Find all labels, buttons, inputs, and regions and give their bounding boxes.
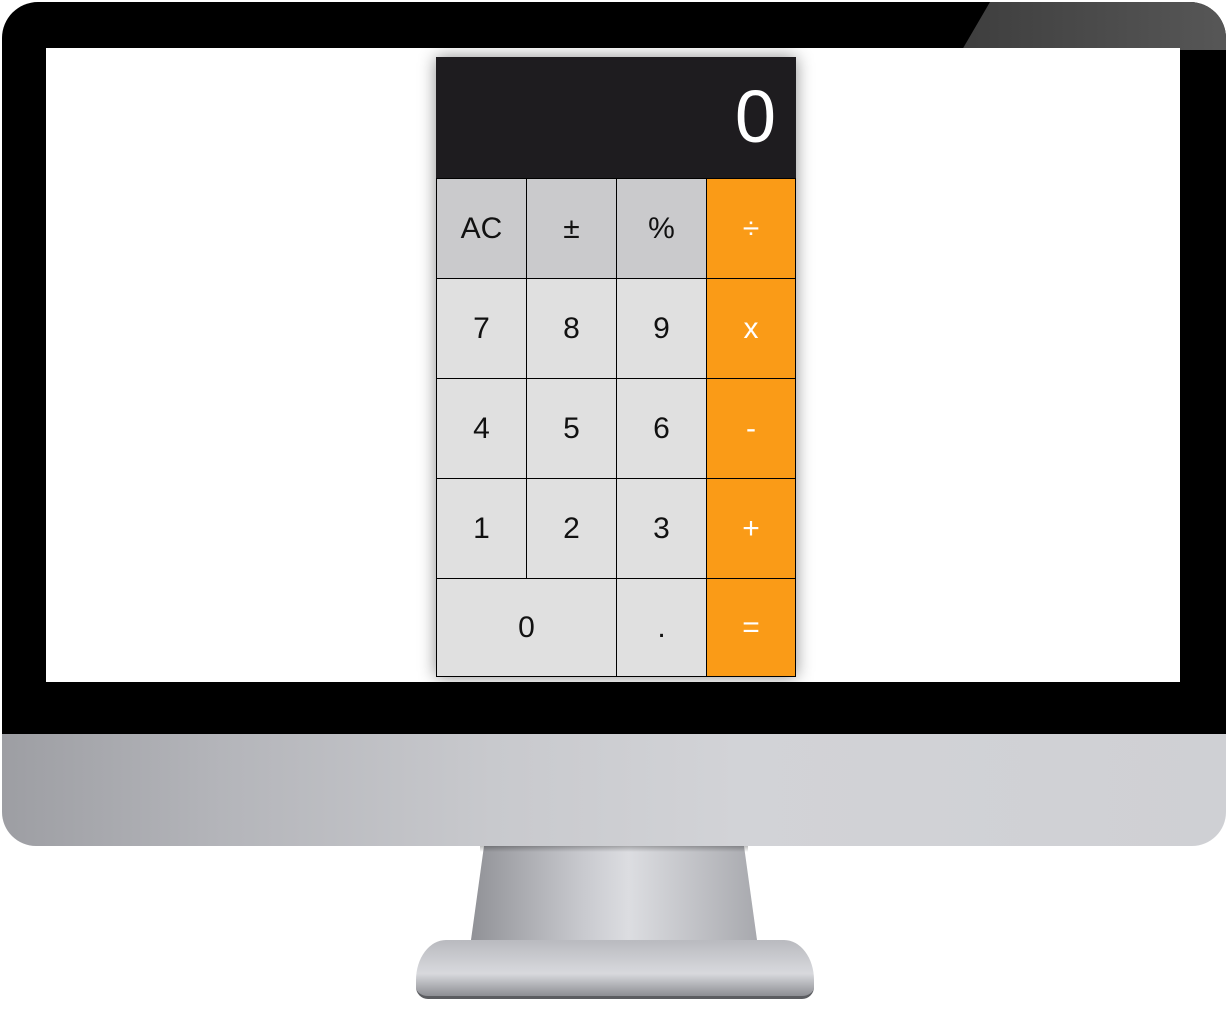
- digit-7-button[interactable]: 7: [436, 278, 527, 379]
- calculator: 0 AC ± % ÷ 7 8 9 x 4 5 6 - 1 2 3 + 0 . =: [436, 57, 796, 677]
- digit-0-button[interactable]: 0: [436, 578, 617, 677]
- digit-3-button[interactable]: 3: [616, 478, 707, 579]
- toggle-sign-button[interactable]: ±: [526, 178, 617, 279]
- monitor-chin: [2, 734, 1226, 846]
- calculator-display: 0: [436, 57, 796, 178]
- clear-button[interactable]: AC: [436, 178, 527, 279]
- digit-5-button[interactable]: 5: [526, 378, 617, 479]
- digit-6-button[interactable]: 6: [616, 378, 707, 479]
- subtract-button[interactable]: -: [706, 378, 796, 479]
- digit-4-button[interactable]: 4: [436, 378, 527, 479]
- monitor-frame: 0 AC ± % ÷ 7 8 9 x 4 5 6 - 1 2 3 + 0 . =: [0, 0, 1228, 1010]
- calculator-keypad: AC ± % ÷ 7 8 9 x 4 5 6 - 1 2 3 + 0 . =: [436, 178, 796, 677]
- stand-shadow: [480, 846, 748, 852]
- digit-9-button[interactable]: 9: [616, 278, 707, 379]
- add-button[interactable]: +: [706, 478, 796, 579]
- digit-1-button[interactable]: 1: [436, 478, 527, 579]
- display-value: 0: [734, 75, 776, 158]
- monitor-stand-base: [416, 940, 814, 999]
- percent-button[interactable]: %: [616, 178, 707, 279]
- equals-button[interactable]: =: [706, 578, 796, 677]
- multiply-button[interactable]: x: [706, 278, 796, 379]
- divide-button[interactable]: ÷: [706, 178, 796, 279]
- digit-2-button[interactable]: 2: [526, 478, 617, 579]
- digit-8-button[interactable]: 8: [526, 278, 617, 379]
- bezel-glare: [962, 2, 1226, 50]
- decimal-button[interactable]: .: [616, 578, 707, 677]
